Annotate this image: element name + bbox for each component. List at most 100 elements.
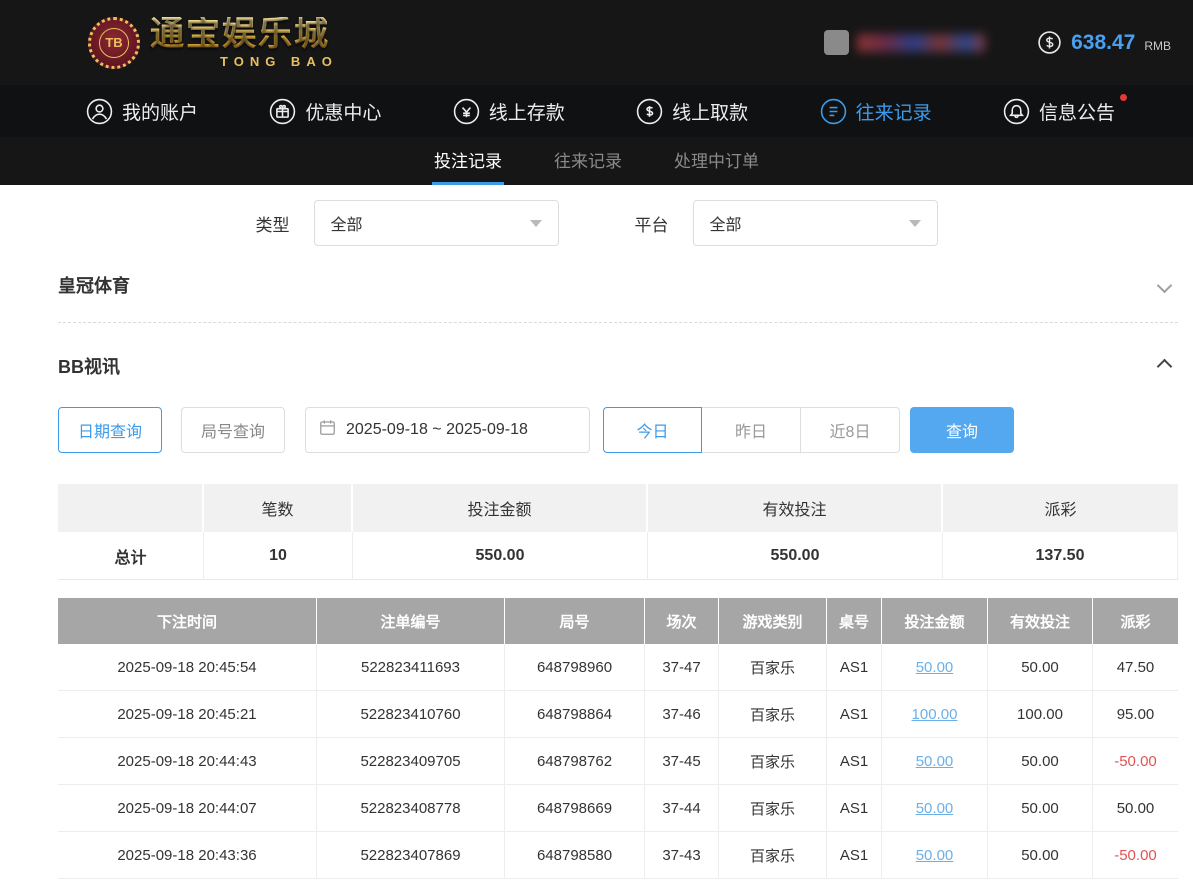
records-icon — [820, 98, 847, 125]
yesterday-button[interactable]: 昨日 — [702, 407, 801, 453]
summary-payout: 137.50 — [943, 532, 1178, 580]
col-header-payout: 派彩 — [1093, 598, 1178, 644]
user-icon — [86, 98, 113, 125]
bet-amount-link[interactable]: 50.00 — [882, 644, 988, 691]
cell-game: 百家乐 — [719, 738, 827, 785]
bet-amount-link[interactable]: 50.00 — [882, 832, 988, 879]
announcement-icon — [1003, 98, 1030, 125]
tab-bet-records[interactable]: 投注记录 — [432, 137, 504, 185]
calendar-icon — [318, 418, 337, 442]
last8days-button[interactable]: 近8日 — [801, 407, 900, 453]
cell-game: 百家乐 — [719, 644, 827, 691]
summary-bet-amount: 550.00 — [353, 532, 648, 580]
payout-cell: -50.00 — [1093, 832, 1178, 879]
nav-label: 我的账户 — [122, 102, 199, 124]
cell-table-no: AS1 — [827, 738, 882, 785]
summary-header-count: 笔数 — [204, 484, 353, 532]
cell-round: 648798580 — [505, 832, 645, 879]
type-label: 类型 — [255, 215, 290, 235]
section-title: 皇冠体育 — [58, 276, 130, 296]
summary-valid-bet: 550.00 — [648, 532, 943, 580]
section-crown-sports[interactable]: 皇冠体育 — [58, 246, 1178, 323]
nav-label: 往来记录 — [855, 102, 932, 124]
col-header-time: 下注时间 — [58, 598, 317, 644]
username-masked — [857, 33, 986, 52]
cell-table-no: AS1 — [827, 644, 882, 691]
date-query-button[interactable]: 日期查询 — [58, 407, 162, 453]
cell-session: 37-44 — [645, 785, 719, 832]
nav-label: 线上取款 — [672, 102, 749, 124]
bet-amount-link[interactable]: 50.00 — [882, 738, 988, 785]
cell-valid-bet: 50.00 — [988, 738, 1093, 785]
query-bar: 日期查询 局号查询 2025-09-18 ~ 2025-09-18 今日 昨日 … — [58, 407, 1178, 453]
col-header-session: 场次 — [645, 598, 719, 644]
search-button[interactable]: 查询 — [910, 407, 1014, 453]
cell-round: 648798864 — [505, 691, 645, 738]
cell-session: 37-46 — [645, 691, 719, 738]
balance-amount: 638.47 — [1071, 30, 1136, 54]
site-title: 通宝娱乐城 — [150, 17, 338, 51]
cell-round: 648798960 — [505, 644, 645, 691]
cell-time: 2025-09-18 20:43:36 — [58, 832, 317, 879]
withdraw-icon — [636, 98, 663, 125]
date-preset-group: 今日 昨日 近8日 — [603, 407, 900, 453]
notification-badge — [1119, 93, 1127, 101]
avatar — [824, 30, 850, 55]
nav-label: 信息公告 — [1038, 102, 1115, 124]
bet-amount-link[interactable]: 100.00 — [882, 691, 988, 738]
summary-header-payout: 派彩 — [943, 484, 1178, 532]
nav-item-deposit[interactable]: 线上存款 — [453, 98, 565, 125]
nav-item-my-account[interactable]: 我的账户 — [86, 98, 198, 125]
cell-time: 2025-09-18 20:44:07 — [58, 785, 317, 832]
nav-label: 线上存款 — [488, 102, 565, 124]
nav-item-records[interactable]: 往来记录 — [820, 98, 932, 125]
cell-round: 648798669 — [505, 785, 645, 832]
summary-count: 10 — [204, 532, 353, 580]
cell-time: 2025-09-18 20:45:21 — [58, 691, 317, 738]
bet-amount-link[interactable]: 50.00 — [882, 785, 988, 832]
section-bb-live[interactable]: BB视讯 — [58, 323, 1178, 379]
nav-label: 优惠中心 — [305, 102, 382, 124]
type-select[interactable]: 全部 — [313, 200, 559, 246]
cell-bet-id: 522823411693 — [317, 644, 505, 691]
balance-currency: RMB — [1144, 38, 1171, 53]
col-header-valid: 有效投注 — [988, 598, 1093, 644]
payout-cell: 50.00 — [1093, 785, 1178, 832]
round-query-button[interactable]: 局号查询 — [181, 407, 285, 453]
type-select-value: 全部 — [330, 217, 363, 234]
sub-nav: 投注记录 往来记录 处理中订单 — [0, 137, 1193, 185]
cell-valid-bet: 50.00 — [988, 644, 1093, 691]
casino-chip-icon: TB — [88, 16, 140, 69]
chevron-down-icon — [908, 219, 921, 227]
cell-valid-bet: 50.00 — [988, 785, 1093, 832]
cell-valid-bet: 100.00 — [988, 691, 1093, 738]
tab-pending-orders[interactable]: 处理中订单 — [672, 137, 761, 185]
summary-table: 笔数 投注金额 有效投注 派彩 总计 10 550.00 550.00 137.… — [58, 484, 1178, 580]
platform-label: 平台 — [634, 215, 669, 235]
platform-select-value: 全部 — [709, 217, 742, 234]
bet-records-table: 下注时间 注单编号 局号 场次 游戏类别 桌号 投注金额 有效投注 派彩 202… — [58, 598, 1178, 879]
nav-item-promotions[interactable]: 优惠中心 — [269, 98, 381, 125]
chevron-down-icon — [1156, 277, 1173, 293]
cell-table-no: AS1 — [827, 832, 882, 879]
summary-total-label: 总计 — [58, 532, 204, 580]
cell-bet-id: 522823407869 — [317, 832, 505, 879]
date-range-input[interactable]: 2025-09-18 ~ 2025-09-18 — [305, 407, 590, 453]
summary-header-bet: 投注金额 — [353, 484, 648, 532]
tab-transaction-records[interactable]: 往来记录 — [552, 137, 624, 185]
cell-session: 37-45 — [645, 738, 719, 785]
dollar-coin-icon — [1037, 30, 1062, 55]
top-header: TB 通宝娱乐城 TONG BAO 638.47 RMB — [0, 0, 1193, 85]
cell-table-no: AS1 — [827, 691, 882, 738]
platform-select[interactable]: 全部 — [692, 200, 938, 246]
cell-table-no: AS1 — [827, 785, 882, 832]
user-info — [824, 30, 986, 55]
chevron-down-icon — [529, 219, 542, 227]
today-button[interactable]: 今日 — [603, 407, 702, 453]
chip-tb-label: TB — [99, 27, 129, 58]
filter-row: 类型 全部 平台 全部 — [0, 200, 1193, 246]
site-logo[interactable]: TB 通宝娱乐城 TONG BAO — [88, 16, 338, 69]
date-range-value: 2025-09-18 ~ 2025-09-18 — [346, 421, 528, 438]
nav-item-withdraw[interactable]: 线上取款 — [636, 98, 748, 125]
nav-item-announcements[interactable]: 信息公告 — [1003, 93, 1127, 125]
